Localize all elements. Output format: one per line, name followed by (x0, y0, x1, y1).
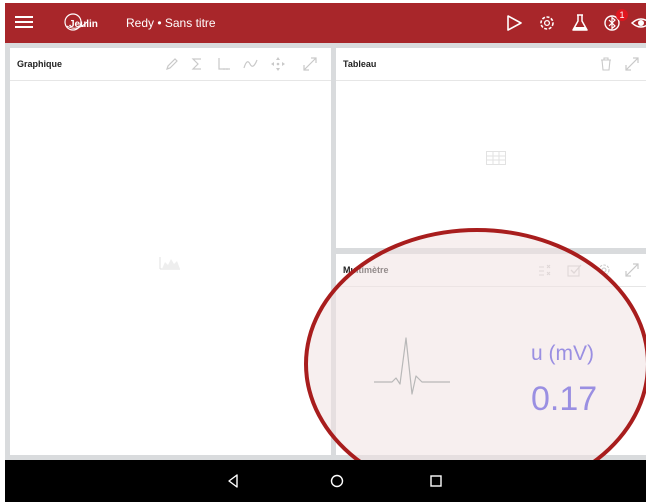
expand-icon[interactable] (624, 262, 640, 278)
settings-gear-icon[interactable] (537, 13, 557, 33)
notification-badge: 1 (616, 9, 628, 21)
table-panel: Tableau (336, 48, 646, 248)
back-icon[interactable] (225, 473, 241, 489)
app-title: Redy • Sans titre (126, 16, 216, 30)
recent-apps-icon[interactable] (428, 473, 444, 489)
home-icon[interactable] (329, 473, 345, 489)
eye-icon[interactable] (631, 13, 646, 33)
expand-icon[interactable] (624, 56, 640, 72)
android-nav-bar (5, 460, 646, 502)
expand-icon[interactable] (302, 56, 318, 72)
app-bar: Jeulin Redy • Sans titre 1 (5, 3, 646, 43)
table-panel-header: Tableau (336, 48, 646, 81)
graph-panel-header: Graphique (10, 48, 331, 81)
axes-icon[interactable] (216, 56, 232, 72)
graph-panel-title: Graphique (17, 59, 63, 69)
measured-quantity-label: u (mV) (531, 342, 594, 365)
curve-fit-icon[interactable] (243, 56, 259, 72)
signal-waveform-icon (374, 337, 450, 395)
graph-panel: Graphique (10, 48, 331, 455)
pencil-icon[interactable] (164, 56, 180, 72)
flask-icon[interactable] (570, 13, 590, 33)
table-panel-title: Tableau (343, 59, 377, 69)
trash-icon[interactable] (598, 56, 614, 72)
jeulin-logo: Jeulin (64, 13, 98, 31)
measured-value: 0.17 (531, 380, 598, 418)
move-icon[interactable] (270, 56, 286, 72)
table-placeholder-icon (486, 151, 506, 165)
menu-icon[interactable] (15, 13, 33, 31)
chart-placeholder-icon (159, 257, 180, 270)
play-icon[interactable] (504, 13, 524, 33)
logo-text: Jeulin (69, 19, 98, 30)
sum-icon[interactable] (189, 56, 205, 72)
